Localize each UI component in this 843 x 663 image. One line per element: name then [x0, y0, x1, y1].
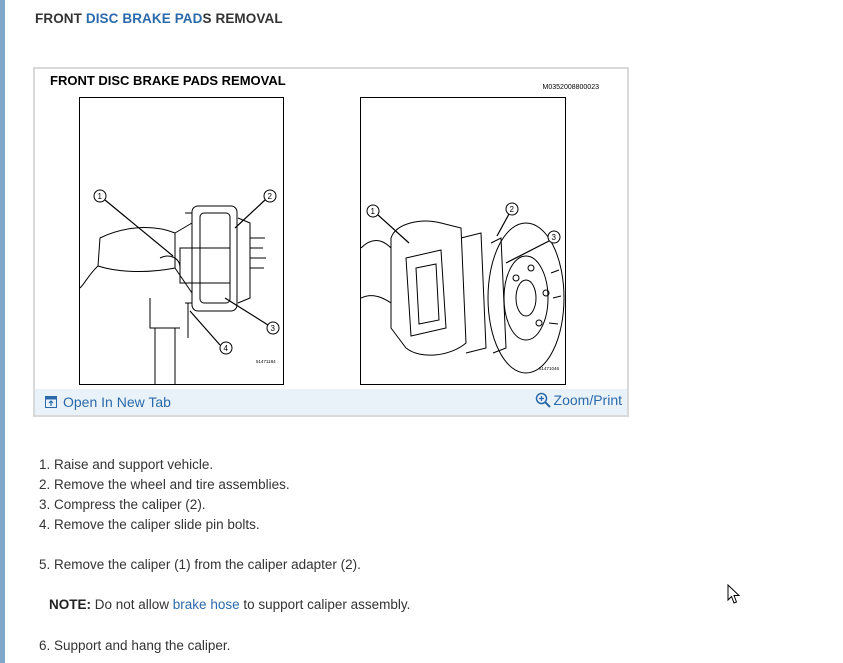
step-6: 6. Support and hang the caliper. [39, 638, 231, 653]
title-text-post: S REMOVAL [202, 11, 283, 26]
figure-code: M0352008800023 [542, 84, 599, 91]
note-text-pre: Do not allow [91, 597, 173, 612]
left-callout-2: 2 [268, 192, 273, 201]
figure-container: FRONT DISC BRAKE PADS REMOVAL M035200880… [33, 67, 629, 417]
figure-toolbar: Open In New Tab Zoom/Print [35, 389, 627, 415]
step-5: 5. Remove the caliper (1) from the calip… [39, 557, 361, 572]
figure-title: FRONT DISC BRAKE PADS REMOVAL [50, 73, 286, 88]
step-3: 3. Compress the caliper (2). [39, 497, 206, 512]
right-stamp: 51471046 [539, 366, 560, 371]
left-callout-4: 4 [224, 344, 229, 353]
note-label: NOTE: [49, 597, 91, 612]
left-callout-3: 3 [271, 324, 276, 333]
rotor-drawing: 1 2 3 51471046 [361, 202, 565, 374]
right-callout-1: 1 [371, 207, 376, 216]
left-stamp: 51471184 [256, 359, 276, 364]
zoom-print-label[interactable]: Zoom/Print [554, 392, 622, 408]
right-callout-2: 2 [510, 205, 515, 214]
left-callout-1: 1 [98, 192, 103, 201]
page-title: FRONT DISC BRAKE PADS REMOVAL [35, 11, 283, 26]
title-text-pre: FRONT [35, 11, 86, 26]
mouse-cursor-icon [727, 584, 741, 604]
zoom-in-icon [535, 392, 551, 408]
open-in-new-tab-label[interactable]: Open In New Tab [63, 394, 171, 410]
open-new-tab-icon [45, 396, 57, 408]
step-2: 2. Remove the wheel and tire assemblies. [39, 477, 290, 492]
note: NOTE: Do not allow brake hose to support… [49, 597, 410, 612]
zoom-print-link[interactable]: Zoom/Print [535, 392, 622, 408]
step-1: 1. Raise and support vehicle. [39, 457, 214, 472]
right-callout-3: 3 [552, 233, 557, 242]
open-in-new-tab-link[interactable]: Open In New Tab [45, 394, 171, 410]
illustration-left-caliper: 1 2 3 4 51471184 [79, 97, 284, 385]
illustration-right-caliper: 1 2 3 51471046 [360, 97, 566, 385]
brake-hose-link[interactable]: brake hose [173, 597, 240, 612]
step-4: 4. Remove the caliper slide pin bolts. [39, 517, 260, 532]
title-link-disc-brake-pad[interactable]: DISC BRAKE PAD [86, 11, 203, 26]
note-text-post: to support caliper assembly. [239, 597, 411, 612]
left-accent-rule [0, 0, 5, 663]
caliper-drawing: 1 2 3 4 51471184 [80, 189, 280, 384]
